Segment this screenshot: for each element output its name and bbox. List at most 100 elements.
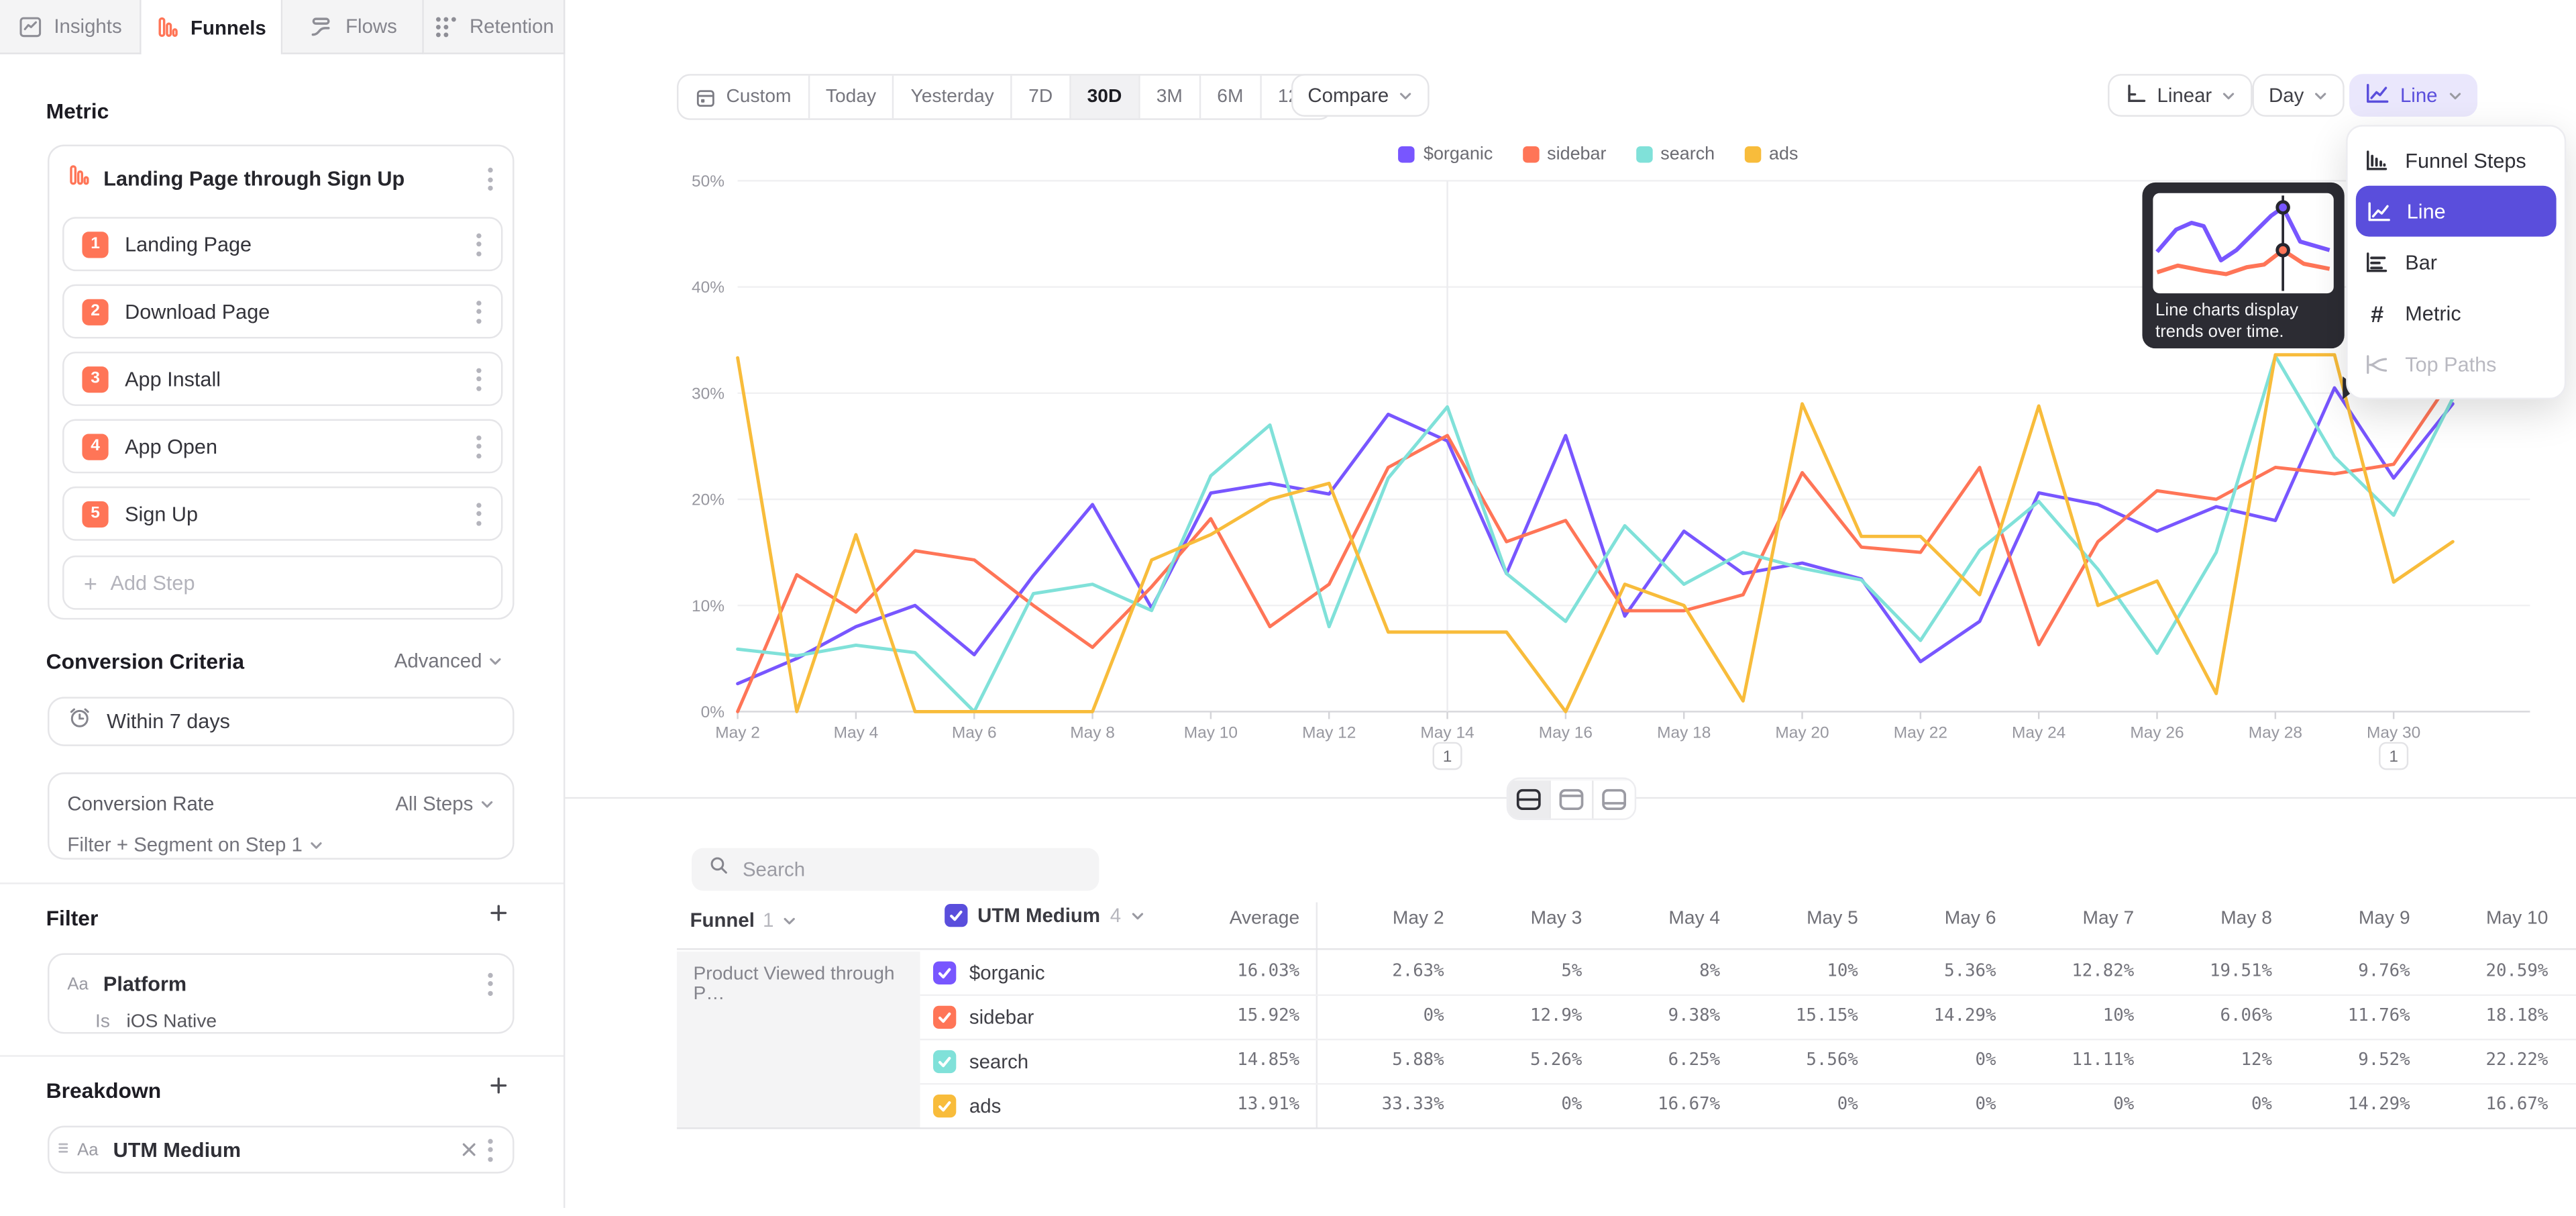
legend-item[interactable]: sidebar [1522,145,1606,164]
table-cell: 6.25% [1572,1050,1720,1070]
column-header[interactable]: Average [1152,909,1299,928]
table-search[interactable]: Search [692,848,1099,891]
legend-item[interactable]: ads [1744,145,1798,164]
chevron-down-icon [1399,88,1413,103]
series-checkbox[interactable] [933,1094,956,1117]
funnel-cell[interactable]: Product Viewed through P… [677,952,920,1127]
legend-swatch [1522,146,1538,162]
step-menu-button[interactable] [470,226,488,262]
conversion-settings-card: Conversion Rate All Steps Filter + Segme… [48,772,515,860]
tab-retention[interactable]: Retention [424,0,566,54]
add-filter-button[interactable] [488,902,509,931]
tooltip-mini-chart [2152,193,2334,303]
chart-type-dropdown[interactable]: Line [2349,74,2477,117]
svg-text:40%: 40% [692,278,724,297]
legend-item[interactable]: search [1636,145,1715,164]
svg-text:0%: 0% [701,703,724,721]
step-label: Landing Page [125,233,453,256]
chevron-down-icon [2314,88,2328,103]
funnel-column-dropdown[interactable]: Funnel 1 [690,909,797,931]
legend-swatch [1636,146,1652,162]
funnel-step-3[interactable]: 3 App Install [62,352,502,406]
legend-label: search [1660,145,1715,164]
menu-item-metric[interactable]: # Metric [2348,288,2565,339]
column-header[interactable]: May 6 [1848,909,1996,928]
series-label: search [969,1050,1028,1072]
table-cell: 2.63% [1296,962,1444,981]
funnel-step-5[interactable]: 5 Sign Up [62,487,502,541]
series-checkbox[interactable] [933,1005,956,1028]
table-row: search [933,1039,1028,1083]
column-header[interactable]: May 3 [1434,909,1582,928]
funnel-menu-button[interactable] [482,161,500,197]
range-yesterday[interactable]: Yesterday [893,76,1011,119]
svg-text:May 4: May 4 [834,724,879,742]
step-menu-button[interactable] [470,361,488,397]
compare-button[interactable]: Compare [1291,74,1430,117]
range-custom[interactable]: Custom [678,76,808,119]
conversion-window-card[interactable]: Within 7 days [48,697,515,746]
layout-toggle-table-only[interactable] [1592,780,1635,817]
table-cell: 11.11% [1986,1050,2134,1070]
step-label: Download Page [125,300,453,323]
remove-breakdown-button[interactable] [457,1137,482,1162]
breakdown-menu-button[interactable] [482,1131,500,1168]
select-all-checkbox[interactable] [945,904,967,927]
drag-handle-icon[interactable] [56,1135,70,1164]
add-breakdown-button[interactable] [488,1075,509,1105]
series-checkbox[interactable] [933,1050,956,1072]
granularity-dropdown[interactable]: Day [2253,74,2345,117]
column-header[interactable]: May 7 [1986,909,2134,928]
sidebar-divider [564,54,565,1208]
range-30d[interactable]: 30D [1069,76,1138,119]
column-header[interactable]: May 2 [1296,909,1444,928]
legend-item[interactable]: $organic [1399,145,1493,164]
funnel-step-2[interactable]: 2 Download Page [62,285,502,339]
legend-swatch [1744,146,1760,162]
column-header[interactable]: May 10 [2400,909,2548,928]
menu-item-bar[interactable]: Bar [2348,237,2565,288]
breakdown-column-header: UTM Medium 4 [945,904,1146,927]
column-header[interactable]: May 9 [2262,909,2410,928]
chevron-down-icon[interactable] [1131,908,1146,923]
filter-menu-button[interactable] [482,966,500,1002]
step-menu-button[interactable] [470,293,488,330]
range-7d[interactable]: 7D [1010,76,1069,119]
scale-dropdown[interactable]: Linear [2108,74,2253,117]
filter-segment-dropdown[interactable]: Filter + Segment on Step 1 [49,827,513,863]
conversion-rate-dropdown[interactable]: All Steps [395,792,494,815]
svg-text:May 24: May 24 [2012,724,2065,742]
range-6m[interactable]: 6M [1199,76,1260,119]
column-header[interactable]: May 8 [2125,909,2272,928]
string-type-icon: Aa [67,974,88,993]
series-checkbox[interactable] [933,960,956,983]
step-menu-button[interactable] [470,428,488,464]
advanced-dropdown[interactable]: Advanced [394,649,504,672]
menu-item-line[interactable]: Line [2356,186,2557,237]
step-menu-button[interactable] [470,495,488,531]
range-3m[interactable]: 3M [1138,76,1199,119]
layout-toggle-split-view[interactable] [1508,780,1549,817]
tab-insights[interactable]: Insights [0,0,142,54]
column-header[interactable]: May 4 [1572,909,1720,928]
step-label: Sign Up [125,502,453,525]
menu-item-funnel-steps[interactable]: Funnel Steps [2348,135,2565,186]
table-cell: 15.92% [1152,1006,1299,1025]
range-today[interactable]: Today [808,76,893,119]
step-number-badge: 3 [82,366,108,392]
filter-operator: Is [95,1013,110,1032]
add-step-button[interactable]: + Add Step [62,556,502,610]
column-header[interactable]: May 5 [1710,909,1858,928]
table-cell: 22.22% [2400,1050,2548,1070]
step-label: App Install [125,367,453,390]
table-cell: 13.91% [1152,1095,1299,1114]
table-cell: 0% [2125,1095,2272,1114]
filter-value[interactable]: iOS Native [126,1013,217,1032]
table-cell: 15.15% [1710,1006,1858,1025]
step-number-badge: 2 [82,298,108,324]
funnel-step-1[interactable]: 1 Landing Page [62,217,502,271]
tab-flows[interactable]: Flows [282,0,424,54]
layout-toggle-chart-only[interactable] [1549,780,1592,817]
funnel-step-4[interactable]: 4 App Open [62,419,502,473]
tab-funnels[interactable]: Funnels [142,0,283,54]
